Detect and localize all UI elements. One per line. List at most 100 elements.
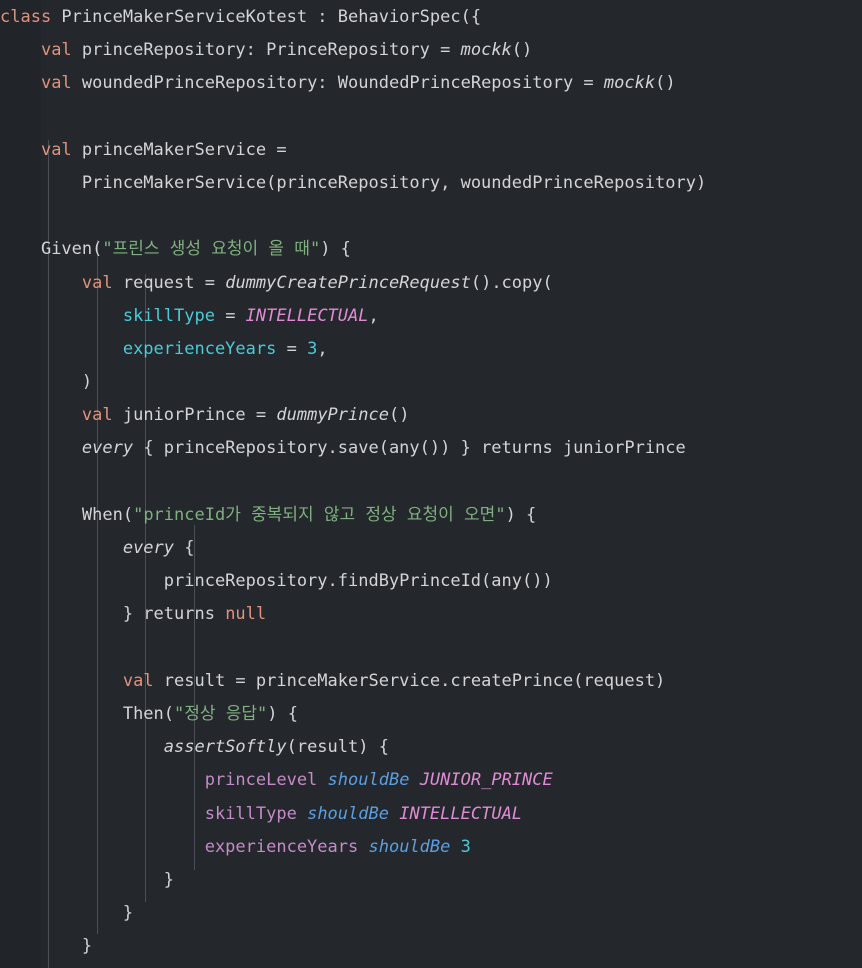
token-keyword: class — [0, 7, 52, 27]
code-line[interactable]: Then("정상 응답") { — [0, 698, 862, 731]
token-property: skillType — [204, 803, 297, 824]
token-constant: INTELLECTUAL — [245, 305, 369, 326]
token-function: mockk — [460, 40, 512, 61]
code-line[interactable]: val request = dummyCreatePrinceRequest()… — [0, 267, 862, 300]
token-plain: ().copy( — [470, 272, 553, 293]
code-line[interactable]: experienceYears shouldBe 3 — [0, 831, 862, 864]
token-plain: ) { — [505, 504, 537, 525]
code-line[interactable]: val princeRepository: PrinceRepository =… — [0, 34, 862, 67]
token-plain: ) { — [320, 239, 351, 260]
token-plain: princeRepository: PrinceRepository = — [71, 40, 461, 61]
token-plain: princeMakerService = — [71, 139, 287, 160]
code-line[interactable] — [0, 200, 862, 233]
token-plain: () — [655, 73, 676, 94]
token-function: dummyCreatePrinceRequest — [225, 272, 471, 293]
token-plain: = — [276, 338, 308, 359]
token-keyword: val — [40, 40, 72, 61]
token-plain: } returns — [122, 604, 226, 625]
token-parameter: experienceYears — [122, 338, 277, 359]
token-number: 3 — [460, 836, 471, 857]
token-plain: } — [163, 869, 175, 890]
token-plain: } — [81, 936, 93, 957]
token-plain: { princeRepository.save(any()) } returns… — [133, 438, 686, 459]
code-line[interactable]: princeRepository.findByPrinceId(any()) — [0, 565, 862, 598]
code-line[interactable]: princeLevel shouldBe JUNIOR_PRINCE — [0, 764, 862, 797]
code-line[interactable]: PrinceMakerService(princeRepository, wou… — [0, 167, 862, 200]
code-line[interactable]: } — [0, 864, 862, 897]
token-keyword: val — [40, 73, 72, 94]
token-number: 3 — [307, 338, 318, 359]
token-plain: PrinceMakerService(princeRepository, wou… — [81, 172, 707, 193]
code-line[interactable]: skillType shouldBe INTELLECTUAL — [0, 798, 862, 831]
code-line[interactable]: Given("프린스 생성 요청이 올 때") { — [0, 233, 862, 266]
code-line[interactable]: every { princeRepository.save(any()) } r… — [0, 432, 862, 465]
code-line[interactable]: val result = princeMakerService.createPr… — [0, 665, 862, 698]
token-keyword: null — [225, 604, 267, 625]
token-plain: juniorPrince = — [112, 405, 277, 426]
code-line[interactable]: every { — [0, 532, 862, 565]
code-line[interactable]: ) — [0, 366, 862, 399]
code-line[interactable] — [0, 101, 862, 134]
token-keyword: val — [81, 272, 113, 293]
token-plain: PrinceMakerServiceKotest : BehaviorSpec(… — [51, 7, 482, 27]
token-infix_function: shouldBe — [307, 803, 389, 824]
code-line[interactable]: val juniorPrince = dummyPrince() — [0, 399, 862, 432]
token-plain: = — [214, 305, 246, 326]
token-plain: request = — [112, 272, 226, 293]
code-line[interactable]: val princeMakerService = — [0, 134, 862, 167]
code-line[interactable]: val woundedPrinceRepository: WoundedPrin… — [0, 67, 862, 100]
code-line[interactable]: class PrinceMakerServiceKotest : Behavio… — [0, 1, 862, 34]
token-function: mockk — [603, 73, 656, 94]
token-plain: { — [174, 538, 195, 558]
token-function: every — [81, 438, 134, 459]
token-plain: When( — [81, 504, 134, 525]
code-line[interactable]: } — [0, 897, 862, 930]
token-keyword: val — [81, 405, 113, 426]
token-string: "정상 응답" — [174, 703, 268, 724]
token-infix_function: shouldBe — [368, 836, 451, 857]
token-keyword: val — [122, 670, 154, 691]
token-constant: INTELLECTUAL — [399, 803, 523, 824]
token-parameter: skillType — [122, 305, 215, 326]
code-line[interactable] — [0, 632, 862, 665]
token-plain: Given( — [40, 239, 103, 260]
token-plain: , — [317, 338, 328, 359]
code-line[interactable]: When("princeId가 중복되지 않고 정상 요청이 오면") { — [0, 499, 862, 532]
code-line[interactable]: } returns null — [0, 598, 862, 631]
token-plain: woundedPrinceRepository: WoundedPrinceRe… — [71, 73, 604, 94]
code-line[interactable]: } — [0, 930, 862, 963]
token-keyword: val — [40, 139, 72, 160]
token-infix_function: shouldBe — [327, 770, 410, 791]
code-line[interactable]: experienceYears = 3, — [0, 333, 862, 366]
code-line[interactable]: assertSoftly(result) { — [0, 731, 862, 764]
code-content[interactable]: class PrinceMakerServiceKotest : Behavio… — [0, 1, 862, 963]
token-plain: princeRepository.findByPrinceId(any()) — [163, 571, 553, 592]
code-line[interactable] — [0, 466, 862, 499]
token-plain: Then( — [122, 703, 175, 724]
code-line[interactable]: skillType = INTELLECTUAL, — [0, 300, 862, 333]
token-plain: () — [388, 405, 410, 426]
